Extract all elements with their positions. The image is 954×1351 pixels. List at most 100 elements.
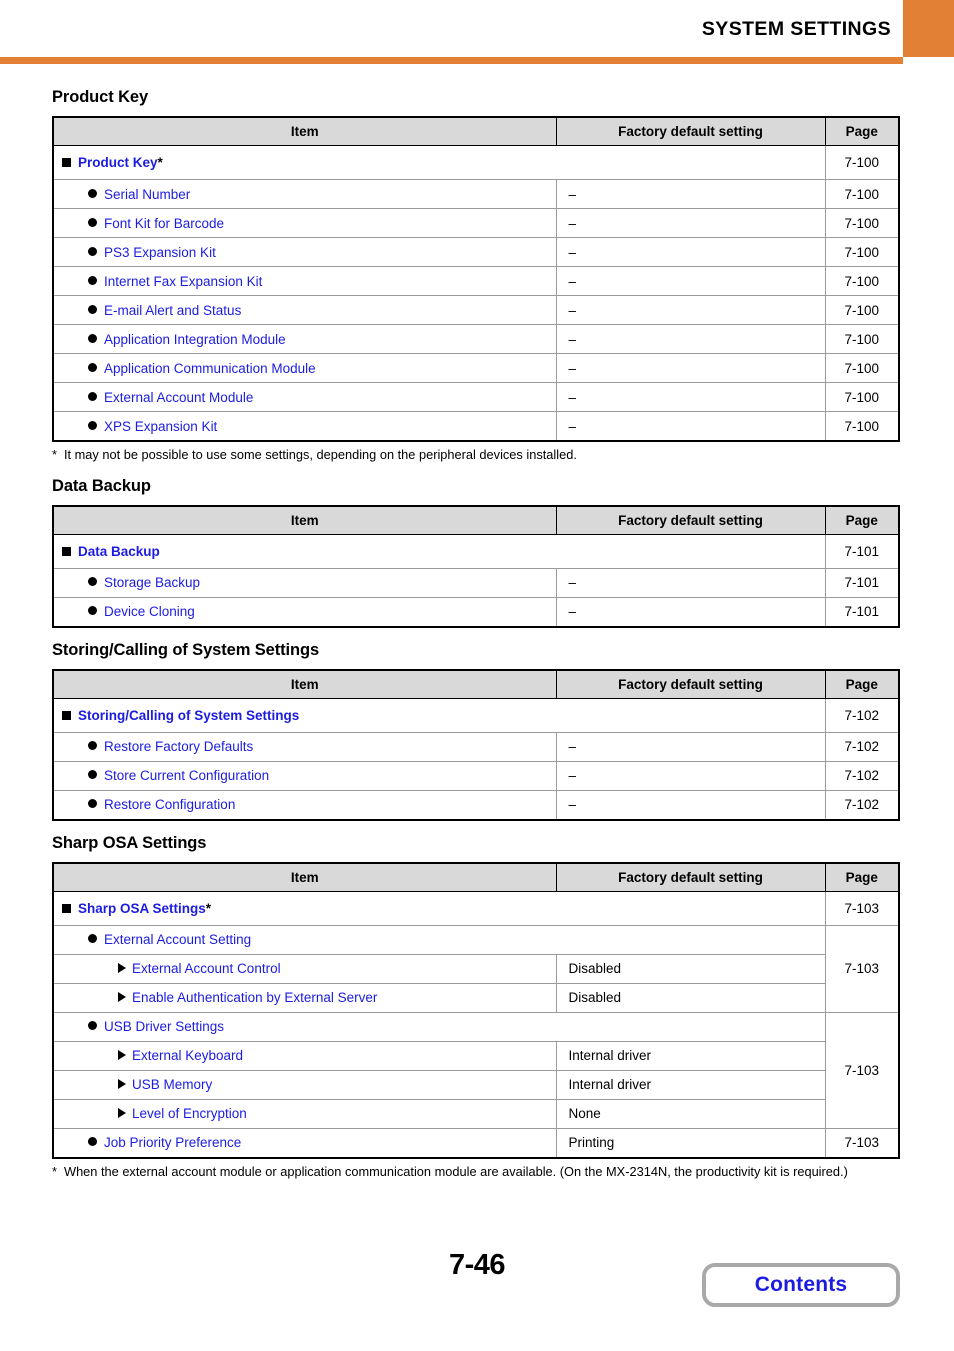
item-cell: Store Current Configuration <box>53 760 557 791</box>
table-row: Internet Fax Expansion Kit – 7-100 <box>53 266 899 296</box>
page-link[interactable]: 7-102 <box>824 697 899 733</box>
contents-button[interactable]: Contents <box>702 1263 900 1307</box>
column-header-value: Factory default setting <box>555 669 826 699</box>
round-bullet-icon <box>88 188 97 198</box>
round-bullet-icon <box>88 1021 97 1031</box>
value-cell: – <box>555 789 826 820</box>
item-label[interactable]: External Account Setting <box>104 932 251 947</box>
page-link[interactable]: 7-100 <box>824 382 899 412</box>
item-label[interactable]: Level of Encryption <box>132 1106 247 1121</box>
column-header-item: Item <box>53 505 557 535</box>
page-link[interactable]: 7-101 <box>824 596 899 627</box>
page-link[interactable]: 7-100 <box>824 208 899 238</box>
page-link[interactable]: 7-101 <box>824 567 899 598</box>
page-link[interactable]: 7-100 <box>824 324 899 354</box>
table-row: Product Key* 7-100 <box>53 145 899 180</box>
item-label[interactable]: Internet Fax Expansion Kit <box>104 274 262 289</box>
page-link[interactable]: 7-100 <box>824 179 899 209</box>
column-header-value: Factory default setting <box>555 505 826 535</box>
item-cell: PS3 Expansion Kit <box>53 237 557 267</box>
table-row: Serial Number – 7-100 <box>53 179 899 209</box>
page-link[interactable]: 7-102 <box>824 789 899 820</box>
value-cell: – <box>555 567 826 598</box>
page-link[interactable]: 7-100 <box>824 295 899 325</box>
page-link[interactable]: 7-103 <box>824 924 899 1013</box>
table-header-row: Item Factory default setting Page <box>53 862 899 892</box>
square-bullet-icon <box>62 710 71 720</box>
item-label[interactable]: Data Backup <box>78 544 160 559</box>
item-label[interactable]: Enable Authentication by External Server <box>132 990 377 1005</box>
table-row: Device Cloning – 7-101 <box>53 596 899 627</box>
item-cell: XPS Expansion Kit <box>53 411 557 441</box>
value-cell: – <box>555 237 826 267</box>
item-label[interactable]: USB Driver Settings <box>104 1019 224 1034</box>
value-cell: – <box>555 411 826 441</box>
item-label[interactable]: Product Key <box>78 155 158 170</box>
page-link[interactable]: 7-102 <box>824 760 899 791</box>
item-label[interactable]: Storage Backup <box>104 575 200 590</box>
value-cell: – <box>555 382 826 412</box>
round-bullet-icon <box>88 934 97 944</box>
round-bullet-icon <box>88 577 97 587</box>
item-label[interactable]: XPS Expansion Kit <box>104 419 217 434</box>
triangle-bullet-icon <box>118 1050 126 1061</box>
page-footer: 7-46 Contents <box>0 1233 954 1351</box>
value-cell: – <box>555 295 826 325</box>
page-title: SYSTEM SETTINGS <box>701 18 891 40</box>
item-label[interactable]: Sharp OSA Settings <box>78 901 206 916</box>
table-row: Enable Authentication by External Server… <box>53 982 899 1013</box>
table-sharp-osa: Item Factory default setting Page Sharp … <box>52 861 900 1159</box>
item-label[interactable]: External Account Module <box>104 390 253 405</box>
item-label[interactable]: Store Current Configuration <box>104 768 269 783</box>
page-link[interactable]: 7-100 <box>824 145 899 180</box>
table-row-group-header: USB Driver Settings 7-103 <box>53 1011 899 1129</box>
item-label[interactable]: Application Integration Module <box>104 332 286 347</box>
page-link[interactable]: 7-102 <box>824 731 899 762</box>
page-link[interactable]: 7-100 <box>824 237 899 267</box>
item-label[interactable]: Restore Configuration <box>104 797 235 812</box>
page-link[interactable]: 7-100 <box>824 266 899 296</box>
page-link[interactable]: 7-100 <box>824 353 899 383</box>
footnote-marker: * <box>205 900 212 916</box>
item-cell: Storage Backup <box>53 567 557 598</box>
table-row: External Account Control Disabled <box>53 953 899 984</box>
item-label[interactable]: External Account Control <box>132 961 281 976</box>
footnote-marker: * <box>52 1163 57 1179</box>
page-link[interactable]: 7-103 <box>824 1011 899 1129</box>
item-cell: E-mail Alert and Status <box>53 295 557 325</box>
item-label[interactable]: PS3 Expansion Kit <box>104 245 216 260</box>
page-link[interactable]: 7-101 <box>824 533 899 569</box>
item-label[interactable]: Storing/Calling of System Settings <box>78 708 299 723</box>
round-bullet-icon <box>88 362 97 372</box>
item-label[interactable]: Font Kit for Barcode <box>104 216 224 231</box>
table-data-backup: Item Factory default setting Page Data B… <box>52 504 900 628</box>
round-bullet-icon <box>88 391 97 401</box>
section-title-data-backup: Data Backup <box>52 476 151 495</box>
item-label[interactable]: Restore Factory Defaults <box>104 739 253 754</box>
section-title-storing-calling: Storing/Calling of System Settings <box>52 640 320 659</box>
column-header-value: Factory default setting <box>555 117 826 146</box>
item-label[interactable]: Serial Number <box>104 187 190 202</box>
column-header-item: Item <box>53 669 557 699</box>
page-link[interactable]: 7-103 <box>824 1127 899 1158</box>
footnote-marker: * <box>157 155 163 170</box>
page-link[interactable]: 7-100 <box>824 411 899 441</box>
column-header-page: Page <box>824 505 899 535</box>
round-bullet-icon <box>88 606 97 616</box>
page-link[interactable]: 7-103 <box>824 890 899 926</box>
item-label[interactable]: Device Cloning <box>104 604 195 619</box>
section-title-sharp-osa: Sharp OSA Settings <box>52 833 207 852</box>
round-bullet-icon <box>88 770 97 780</box>
value-cell: Internal driver <box>555 1069 826 1100</box>
item-label[interactable]: External Keyboard <box>132 1048 243 1063</box>
value-cell: – <box>555 324 826 354</box>
column-header-item: Item <box>53 862 557 892</box>
item-label[interactable]: Application Communication Module <box>104 361 316 376</box>
square-bullet-icon <box>62 158 71 167</box>
item-label[interactable]: USB Memory <box>132 1077 212 1092</box>
item-cell: Level of Encryption <box>53 1098 557 1129</box>
item-cell: External Account Module <box>53 382 557 412</box>
item-label[interactable]: E-mail Alert and Status <box>104 303 241 318</box>
item-label[interactable]: Job Priority Preference <box>104 1135 241 1150</box>
table-product-key: Item Factory default setting Page Produc… <box>52 116 900 442</box>
